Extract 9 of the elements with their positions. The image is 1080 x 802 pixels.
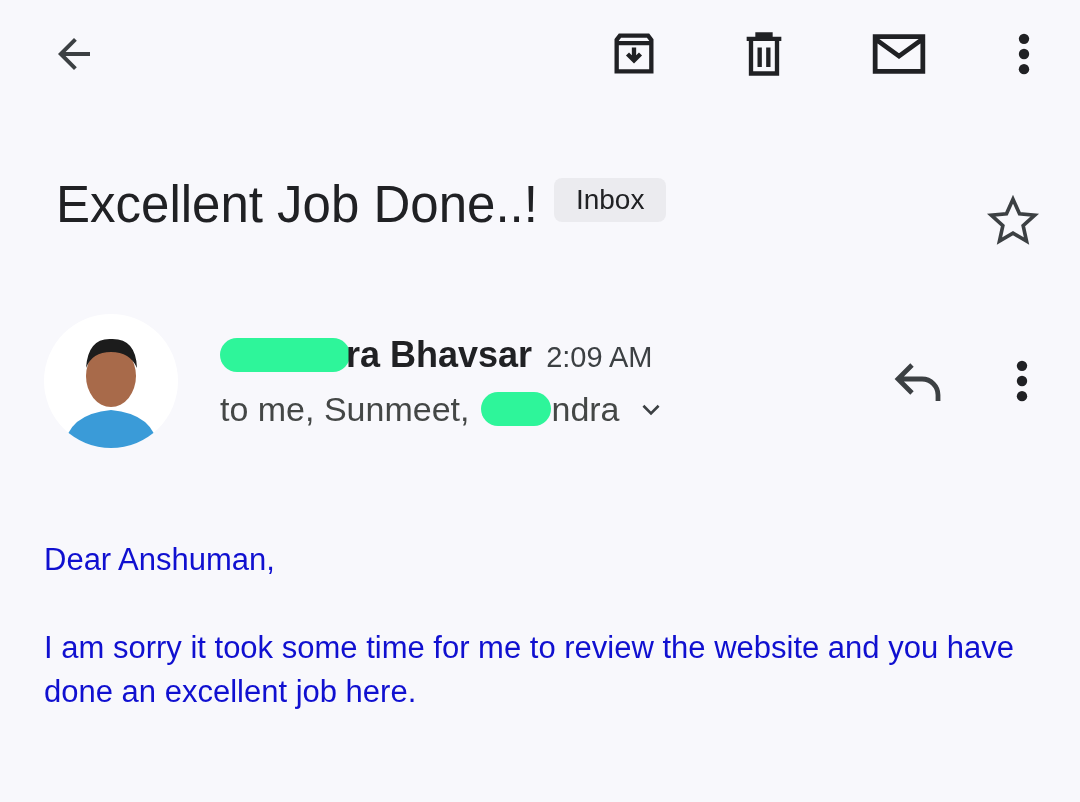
sent-time: 2:09 AM [546, 340, 653, 374]
redaction-mark [481, 392, 552, 426]
email-paragraph: I am sorry it took some time for me to review the website and you have done an excellent job here. [44, 629, 1016, 711]
email-paragraph: Dear Anshuman, [44, 541, 276, 579]
recipients-text: ndra [551, 389, 620, 429]
inbox-label: Inbox [553, 178, 667, 222]
recipients-text: to me, Sunmeet, [220, 389, 470, 429]
email-subject: Excellent Job Done..! [56, 175, 538, 235]
sender-name: ra Bhavsar [346, 333, 533, 376]
